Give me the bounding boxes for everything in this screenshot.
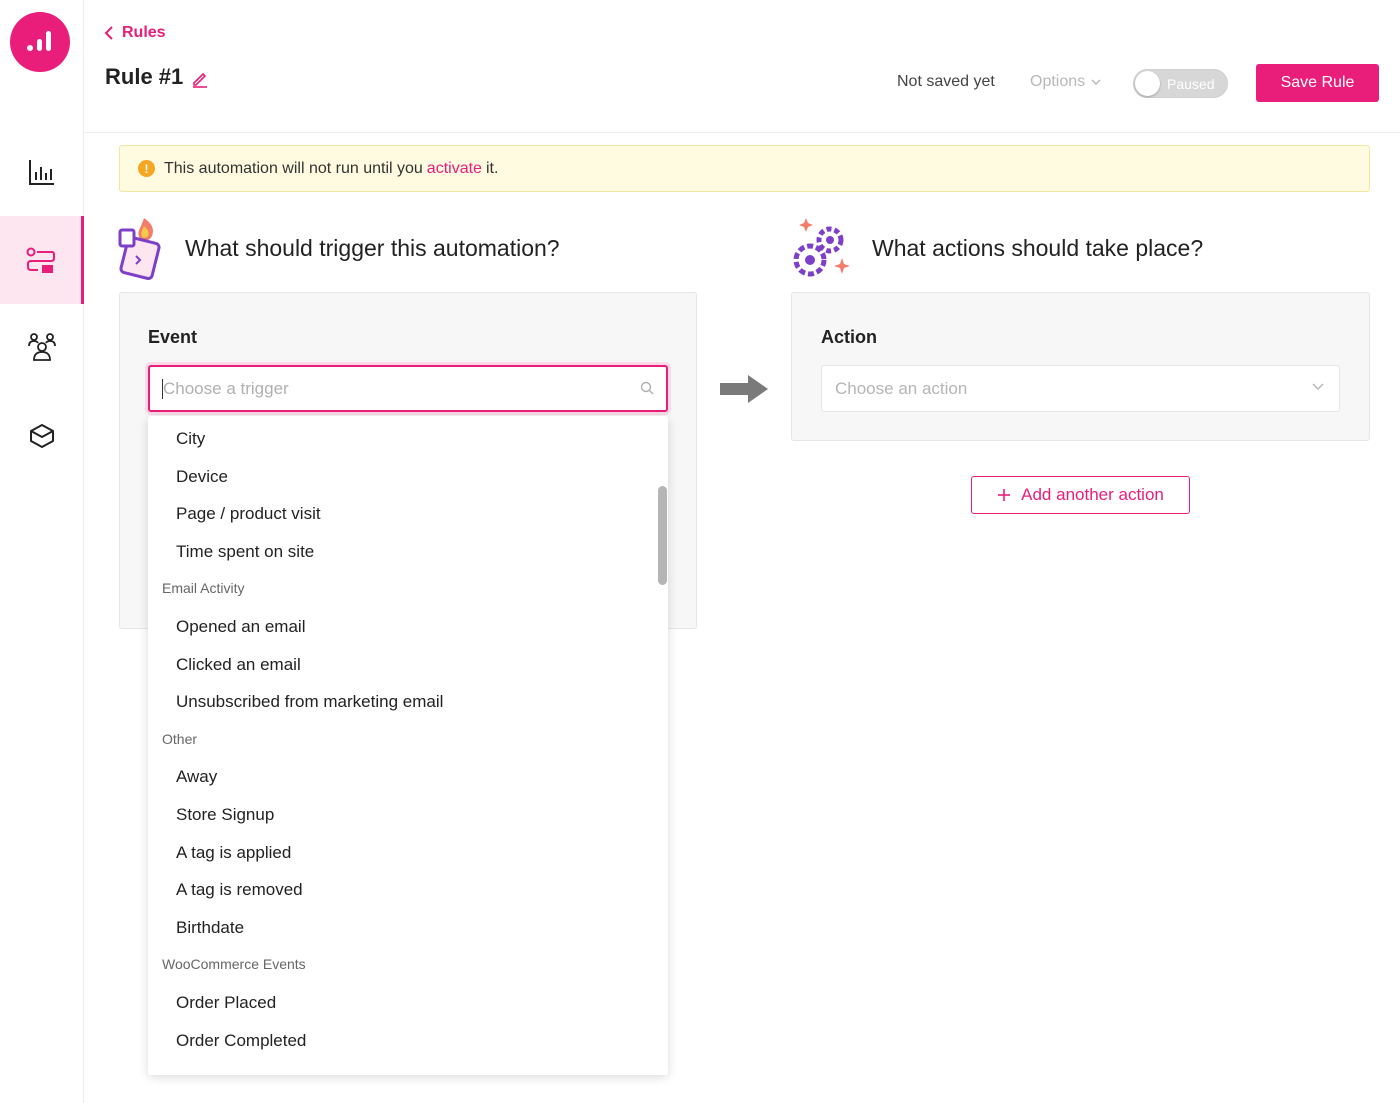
- chevron-down-icon: [1312, 383, 1324, 390]
- sidebar-item-reports[interactable]: [0, 128, 83, 216]
- activate-link[interactable]: activate: [427, 160, 482, 178]
- automation-icon: [26, 247, 55, 273]
- plus-icon: [998, 489, 1011, 501]
- trigger-section-heading: What should trigger this automation?: [118, 216, 560, 280]
- dropdown-option[interactable]: Time spent on site: [148, 533, 668, 570]
- event-card-label: Event: [148, 327, 198, 347]
- gears-sparkle-icon: [793, 218, 850, 277]
- dropdown-scrollbar[interactable]: [658, 486, 667, 585]
- sidebar-item-automation[interactable]: [0, 216, 84, 304]
- people-icon: [27, 333, 56, 361]
- dropdown-option[interactable]: Unsubscribed from marketing email: [148, 683, 668, 720]
- dropdown-group-header: Email Activity: [162, 580, 245, 597]
- page-title: Rule #1: [105, 64, 209, 90]
- save-status-text: Not saved yet: [897, 73, 995, 90]
- chevron-down-icon: [1091, 79, 1101, 85]
- chevron-left-icon: [104, 26, 113, 40]
- dropdown-option[interactable]: Opened an email: [148, 608, 668, 645]
- trigger-placeholder: Choose a trigger: [163, 378, 289, 398]
- add-another-action-button[interactable]: Add another action: [971, 476, 1190, 514]
- action-card-label: Action: [821, 327, 877, 347]
- dropdown-option[interactable]: City: [148, 420, 668, 457]
- dropdown-option[interactable]: Clicked an email: [148, 646, 668, 683]
- dropdown-option[interactable]: A tag is applied: [148, 834, 668, 871]
- trigger-search-input[interactable]: Choose a trigger: [148, 365, 668, 412]
- lighter-flame-icon: [118, 218, 161, 280]
- add-action-label: Add another action: [1021, 485, 1164, 504]
- dropdown-group-header: Other: [162, 730, 198, 747]
- rule-title-text: Rule #1: [105, 64, 184, 89]
- dropdown-group-header: WooCommerce Events: [162, 956, 306, 973]
- page-header: Rules Rule #1 Not saved yet Options Paus…: [84, 0, 1400, 133]
- trigger-section-title: What should trigger this automation?: [185, 234, 560, 261]
- banner-text-before: This automation will not run until you: [164, 159, 423, 177]
- actions-section-title: What actions should take place?: [872, 234, 1204, 261]
- dropdown-option[interactable]: Page / product visit: [148, 495, 668, 532]
- trigger-dropdown-list[interactable]: City Device Page / product visit Time spent…: [148, 416, 668, 1075]
- options-label: Options: [1030, 73, 1086, 90]
- inactive-warning-banner: ! This automation will not run until you…: [119, 145, 1370, 192]
- arrow-right-icon: [720, 375, 768, 403]
- dropdown-option[interactable]: A tag is removed: [148, 871, 668, 908]
- box-icon: [29, 424, 54, 448]
- toggle-label: Paused: [1167, 76, 1215, 92]
- action-select[interactable]: Choose an action: [821, 365, 1340, 412]
- status-toggle[interactable]: Paused: [1133, 69, 1228, 98]
- sidebar-item-contacts[interactable]: [0, 303, 83, 391]
- bar-chart-icon: [28, 160, 54, 185]
- actions-section-heading: What actions should take place?: [790, 216, 1203, 280]
- back-link-label: Rules: [122, 24, 166, 41]
- logo-bars-icon: [27, 31, 51, 51]
- dropdown-option[interactable]: Away: [148, 758, 668, 795]
- dropdown-option[interactable]: Order Completed: [148, 1022, 668, 1059]
- warning-icon: !: [138, 160, 155, 177]
- sidebar-item-integrations[interactable]: [0, 392, 83, 480]
- save-rule-button[interactable]: Save Rule: [1256, 64, 1379, 102]
- toggle-knob: [1135, 71, 1160, 96]
- dropdown-option[interactable]: Store Signup: [148, 796, 668, 833]
- options-dropdown[interactable]: Options: [1030, 73, 1101, 91]
- dropdown-option[interactable]: Device: [148, 458, 668, 495]
- action-placeholder: Choose an action: [835, 378, 968, 398]
- back-link-rules[interactable]: Rules: [104, 24, 166, 42]
- app-logo[interactable]: [10, 12, 70, 72]
- sidebar: [0, 0, 84, 1103]
- dropdown-option[interactable]: Order Placed: [148, 984, 668, 1021]
- dropdown-option[interactable]: Birthdate: [148, 909, 668, 946]
- search-icon: [640, 381, 654, 395]
- banner-text-after: it.: [485, 159, 499, 177]
- edit-pencil-icon[interactable]: [191, 70, 209, 88]
